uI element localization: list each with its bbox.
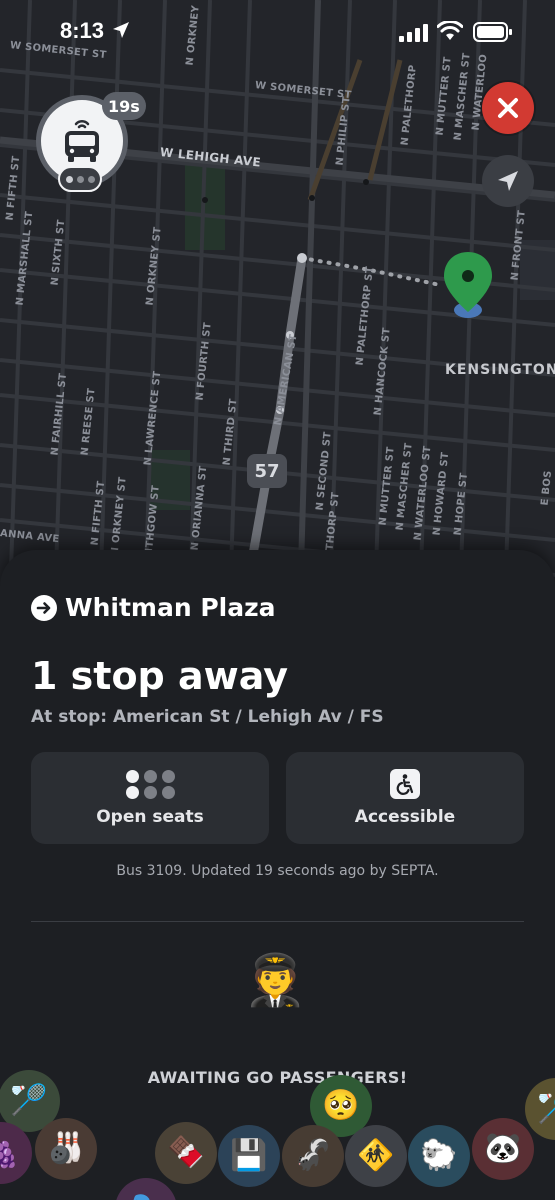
- passenger-bubble[interactable]: 🐑: [408, 1125, 470, 1187]
- close-icon: [498, 98, 518, 118]
- destination-row[interactable]: Whitman Plaza: [31, 593, 276, 622]
- passenger-bubble[interactable]: 🎳: [35, 1118, 97, 1180]
- route-shield: 57: [247, 454, 287, 488]
- battery-icon: [473, 22, 512, 42]
- update-timer-badge: 19s: [102, 92, 146, 120]
- divider: [31, 921, 524, 922]
- passenger-bubble[interactable]: 🚸: [345, 1125, 407, 1187]
- district-label: KENSINGTON: [445, 362, 555, 378]
- cellular-signal-icon: [399, 24, 428, 42]
- clock: 8:13: [60, 18, 105, 43]
- accessible-label: Accessible: [354, 807, 456, 827]
- destination-name: Whitman Plaza: [65, 593, 276, 622]
- awaiting-passengers-text: AWAITING GO PASSENGERS!: [147, 1068, 408, 1087]
- occupancy-pill: [58, 166, 102, 192]
- status-bar: 8:13: [0, 0, 555, 70]
- wifi-icon: [437, 21, 463, 40]
- arrow-right-circle-icon: [31, 594, 57, 621]
- open-seats-card[interactable]: Open seats: [31, 752, 269, 844]
- wheelchair-icon: [390, 769, 420, 799]
- passenger-bubble[interactable]: 💾: [218, 1125, 280, 1187]
- map-view[interactable]: W SOMERSET ST W SOMERSET ST W LEHIGH AVE…: [0, 0, 555, 600]
- location-arrow-icon: [498, 171, 518, 191]
- driver-emoji: 🧑‍✈️: [244, 951, 307, 1009]
- open-seats-label: Open seats: [96, 806, 204, 827]
- current-stop-label: At stop: American St / Lehigh Av / FS: [31, 707, 384, 727]
- passenger-bubble[interactable]: 🦨: [282, 1125, 344, 1187]
- stops-away-title: 1 stop away: [31, 654, 288, 698]
- update-info: Bus 3109. Updated 19 seconds ago by SEPT…: [116, 863, 439, 879]
- bus-icon: [65, 120, 99, 162]
- passenger-bubble[interactable]: 🍫: [155, 1122, 217, 1184]
- passenger-bubble[interactable]: 🎭: [115, 1178, 177, 1200]
- trip-sheet: Whitman Plaza 1 stop away At stop: Ameri…: [0, 550, 555, 1200]
- occupancy-dots-icon: [125, 769, 175, 799]
- accessible-card[interactable]: Accessible: [286, 752, 524, 844]
- passenger-bubble[interactable]: 🏸: [525, 1078, 555, 1140]
- location-services-icon: [113, 22, 129, 38]
- recenter-button[interactable]: [482, 155, 534, 207]
- close-button[interactable]: [482, 82, 534, 134]
- passenger-bubble[interactable]: 🐼: [472, 1118, 534, 1180]
